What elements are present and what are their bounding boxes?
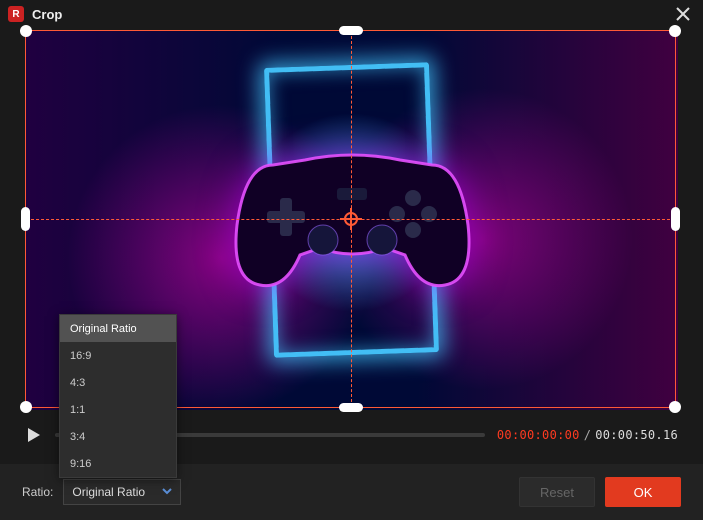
ratio-option-4-3[interactable]: 4:3 (60, 369, 176, 396)
ratio-select-value: Original Ratio (72, 485, 145, 499)
ok-button[interactable]: OK (605, 477, 681, 507)
play-icon (28, 428, 40, 442)
play-button[interactable] (25, 426, 43, 444)
titlebar: R Crop (0, 0, 703, 28)
crop-handle-left[interactable] (21, 207, 30, 231)
timecode-duration: 00:00:50.16 (595, 428, 678, 442)
window-title: Crop (32, 7, 671, 22)
reset-button[interactable]: Reset (519, 477, 595, 507)
crop-handle-tr[interactable] (669, 25, 681, 37)
close-icon (676, 7, 690, 21)
timecode-separator: / (584, 428, 592, 442)
crop-handle-tl[interactable] (20, 25, 32, 37)
ratio-option-3-4[interactable]: 3:4 (60, 423, 176, 450)
ratio-select[interactable]: Original Ratio (63, 479, 181, 505)
timecode: 00:00:00:00 /00:00:50.16 (497, 428, 678, 442)
ratio-option-9-16[interactable]: 9:16 (60, 450, 176, 477)
ratio-option-original[interactable]: Original Ratio (60, 315, 176, 342)
close-button[interactable] (671, 2, 695, 26)
ratio-label: Ratio: (22, 485, 53, 499)
timecode-current: 00:00:00:00 (497, 428, 580, 442)
crop-handle-bottom[interactable] (339, 403, 363, 412)
ratio-option-1-1[interactable]: 1:1 (60, 396, 176, 423)
crop-handle-bl[interactable] (20, 401, 32, 413)
ratio-dropdown: Original Ratio 16:9 4:3 1:1 3:4 9:16 (59, 314, 177, 478)
crop-handle-br[interactable] (669, 401, 681, 413)
app-icon: R (8, 6, 24, 22)
ratio-option-16-9[interactable]: 16:9 (60, 342, 176, 369)
crop-handle-top[interactable] (339, 26, 363, 35)
crop-center-indicator (340, 208, 362, 230)
chevron-down-icon (162, 485, 172, 499)
crop-handle-right[interactable] (671, 207, 680, 231)
